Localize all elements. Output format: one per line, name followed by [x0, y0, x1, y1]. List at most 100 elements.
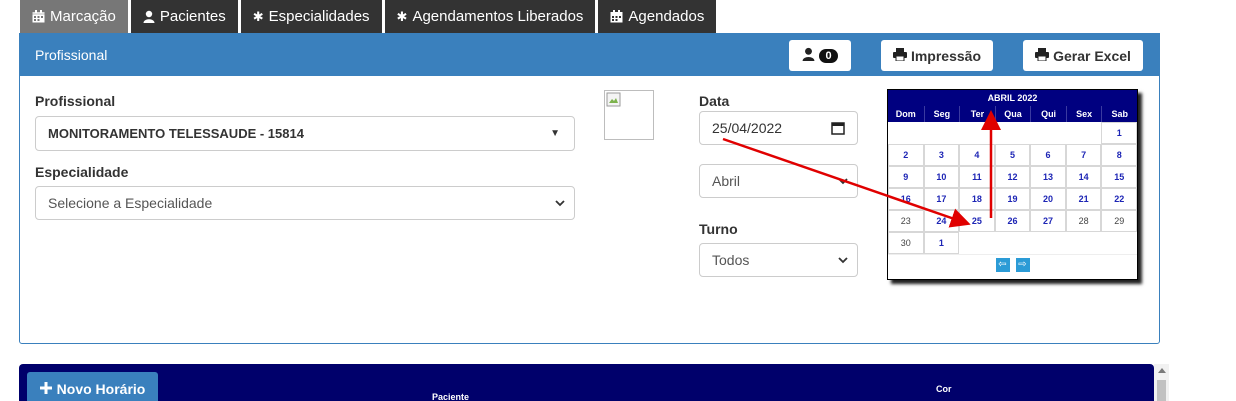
calendar-day[interactable]: 13	[1030, 166, 1066, 188]
panel-header: Profissional 0 Impressão Gerar Excel	[20, 34, 1159, 76]
weekday-label: Dom	[895, 109, 916, 119]
month-value: Abril	[712, 173, 741, 189]
calendar-day[interactable]: 8	[1101, 144, 1137, 166]
excel-button[interactable]: Gerar Excel	[1023, 40, 1143, 71]
calendar-weekdays: Dom Seg Ter Qua Qui Sex Sab	[888, 106, 1137, 122]
weekday-label: Ter	[959, 106, 995, 122]
weekday-label: Qui	[1030, 106, 1066, 122]
calendar-day[interactable]: 16	[888, 188, 924, 210]
calendar-nav: ⇦ ⇨	[888, 254, 1137, 274]
user-icon	[802, 47, 815, 64]
calendar-day[interactable]: 23	[888, 210, 924, 232]
profissional-value: MONITORAMENTO TELESSAUDE - 15814	[48, 126, 304, 141]
next-month-arrow-icon[interactable]: ⇨	[1015, 257, 1030, 272]
profissional-label: Profissional	[35, 93, 116, 109]
calendar-day[interactable]: 12	[994, 166, 1031, 188]
calendar-picker-icon[interactable]	[831, 121, 845, 138]
tab-label: Pacientes	[159, 8, 226, 25]
printer-icon	[1035, 47, 1050, 64]
page-root: Marcação Pacientes ✱ Especialidades ✱ Ag…	[0, 0, 1236, 401]
tab-label: Agendados	[628, 8, 705, 25]
asterisk-icon: ✱	[396, 8, 408, 24]
month-select[interactable]: Abril	[699, 164, 858, 198]
schedule-table-header: Novo Horário Paciente Cor	[19, 364, 1154, 401]
weekday-label: Qua	[994, 106, 1031, 122]
calendar-empty-cell	[1101, 232, 1137, 254]
calendar-day[interactable]: 18	[959, 188, 995, 210]
calendar-day[interactable]: 14	[1065, 166, 1102, 188]
prev-month-arrow-icon[interactable]: ⇦	[995, 257, 1010, 272]
calendar-empty-cell	[995, 232, 1031, 254]
user-count-button[interactable]: 0	[789, 40, 851, 71]
user-count-badge: 0	[819, 48, 838, 63]
printer-icon	[892, 47, 907, 64]
calendar-empty-cell	[959, 122, 995, 144]
especialidade-label: Especialidade	[35, 164, 129, 180]
chevron-down-icon	[554, 196, 566, 212]
calendar-day[interactable]: 19	[994, 188, 1031, 210]
tab-agendamentos-liberados[interactable]: ✱ Agendamentos Liberados	[384, 0, 596, 33]
turno-value: Todos	[712, 252, 750, 268]
calendar-day[interactable]: 11	[959, 166, 995, 188]
calendar-day[interactable]: 30	[888, 232, 924, 254]
turno-select[interactable]: Todos	[699, 243, 858, 277]
excel-label: Gerar Excel	[1053, 47, 1131, 64]
tab-pacientes[interactable]: Pacientes	[130, 0, 238, 33]
calendar-icon	[610, 10, 623, 23]
new-slot-label: Novo Horário	[56, 380, 146, 397]
weekday-label: Sab	[1101, 106, 1137, 122]
plus-icon	[39, 381, 52, 397]
especialidade-select[interactable]: Selecione a Especialidade	[35, 186, 575, 220]
calendar-day[interactable]: 5	[994, 144, 1031, 166]
calendar-day[interactable]: 22	[1101, 188, 1137, 210]
calendar-day[interactable]: 27	[1030, 210, 1066, 232]
vertical-scrollbar[interactable]	[1154, 364, 1169, 401]
calendar-day[interactable]: 3	[923, 144, 960, 166]
tab-label: Especialidades	[268, 8, 370, 25]
tab-especialidades[interactable]: ✱ Especialidades	[240, 0, 382, 33]
turno-label: Turno	[699, 221, 738, 237]
calendar-empty-cell	[924, 122, 960, 144]
calendar-empty-cell	[1030, 232, 1066, 254]
tab-marcacao[interactable]: Marcação	[20, 0, 128, 33]
calendar-day[interactable]: 24	[923, 210, 960, 232]
calendar-title: ABRIL 2022	[888, 90, 1137, 106]
calendar-empty-cell	[1030, 122, 1066, 144]
calendar-empty-cell	[1066, 122, 1102, 144]
calendar-day[interactable]: 6	[1030, 144, 1066, 166]
calendar-day[interactable]: 15	[1101, 166, 1137, 188]
calendar-empty-cell	[1066, 232, 1102, 254]
date-input[interactable]: 25/04/2022	[699, 111, 858, 145]
calendar-day[interactable]: 20	[1030, 188, 1066, 210]
chevron-down-icon	[837, 253, 849, 269]
calendar-day[interactable]: 10	[923, 166, 960, 188]
calendar-day[interactable]: 1	[923, 232, 960, 254]
weekday-label: Seg	[923, 106, 960, 122]
profissional-select[interactable]: MONITORAMENTO TELESSAUDE - 15814 ▼	[35, 116, 575, 151]
calendar-grid: 1 2 3 4 5 6 7 8 9 10 11 12 13 14 15 16 17 18 19 20 21 22 23 24 2…	[888, 122, 1137, 254]
weekday-label: Sex	[1065, 106, 1102, 122]
calendar-day[interactable]: 28	[1065, 210, 1102, 232]
calendar-day[interactable]: 25	[959, 210, 995, 232]
date-value: 25/04/2022	[712, 120, 783, 136]
especialidade-placeholder: Selecione a Especialidade	[48, 195, 213, 211]
calendar-day[interactable]: 29	[1101, 210, 1137, 232]
calendar-day[interactable]: 26	[994, 210, 1031, 232]
new-slot-button[interactable]: Novo Horário	[27, 372, 158, 401]
calendar-day[interactable]: 21	[1065, 188, 1102, 210]
calendar-icon	[32, 10, 45, 23]
calendar-day[interactable]: 17	[923, 188, 960, 210]
calendar-day[interactable]: 9	[888, 166, 924, 188]
calendar-day[interactable]: 2	[888, 144, 924, 166]
calendar-day[interactable]: 7	[1065, 144, 1102, 166]
calendar-day[interactable]: 1	[1101, 122, 1137, 144]
print-button[interactable]: Impressão	[881, 40, 993, 71]
scrollbar-thumb[interactable]	[1157, 380, 1166, 401]
broken-image	[604, 90, 654, 140]
scroll-up-arrow-icon[interactable]	[1158, 368, 1166, 373]
tab-label: Marcação	[50, 8, 116, 25]
tab-agendados[interactable]: Agendados	[598, 0, 717, 33]
data-label: Data	[699, 93, 730, 109]
calendar-empty-cell	[959, 232, 995, 254]
calendar-day[interactable]: 4	[959, 144, 995, 166]
